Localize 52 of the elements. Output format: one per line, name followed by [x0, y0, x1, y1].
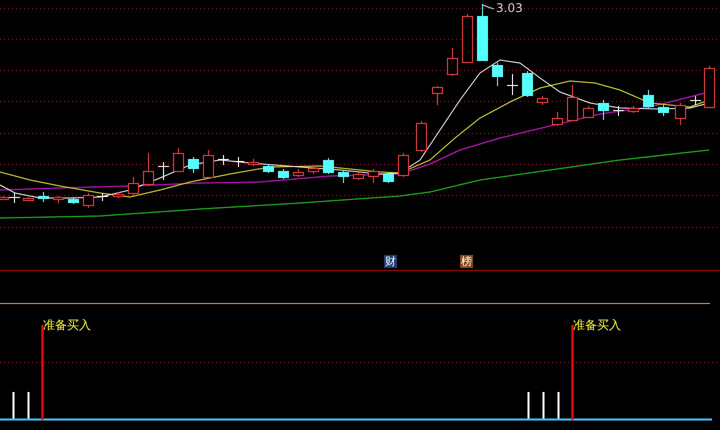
high-price-label: 3.03 [496, 1, 523, 15]
candlestick [38, 192, 49, 202]
candlestick [83, 192, 94, 208]
candlestick [113, 192, 124, 198]
candlestick [643, 90, 654, 108]
candlestick [308, 164, 319, 174]
candlestick [68, 196, 79, 204]
candlestick [278, 168, 289, 180]
candlestick [368, 168, 379, 184]
candlestick [398, 152, 409, 178]
candlestick [447, 48, 458, 76]
candlestick [23, 196, 34, 202]
candlestick [704, 66, 715, 108]
candlestick [263, 164, 274, 174]
candlestick [232, 156, 244, 168]
candlestick [477, 4, 488, 62]
candlestick [462, 14, 473, 64]
candlestick [416, 120, 427, 152]
leader-line [482, 4, 494, 10]
candlestick [203, 150, 214, 178]
candlestick [53, 196, 64, 204]
candlestick [128, 176, 139, 196]
candlestick [628, 106, 639, 114]
candlestick [218, 154, 230, 166]
candlestick [506, 74, 518, 96]
event-marker: 财 [384, 255, 397, 268]
candlestick [173, 148, 184, 172]
candlestick [338, 170, 349, 184]
candlestick [537, 96, 548, 106]
candlestick [188, 156, 199, 174]
candlestick [612, 106, 624, 116]
candlestick [383, 172, 394, 184]
candlestick [158, 162, 170, 180]
candlestick [353, 172, 364, 180]
candlestick [583, 106, 594, 118]
candlestick [598, 100, 609, 120]
event-marker: 榜 [460, 255, 473, 268]
candlestick [675, 102, 686, 126]
signal-label: 准备买入 [573, 318, 621, 332]
candlestick [432, 86, 443, 106]
candlestick [492, 62, 503, 86]
candlestick [552, 112, 563, 126]
candlestick [567, 84, 578, 122]
candlestick [690, 96, 702, 106]
candlestick [658, 104, 669, 116]
candlestick [96, 192, 108, 202]
candlestick [293, 168, 304, 178]
signal-label: 准备买入 [43, 318, 91, 332]
candlestick [323, 158, 334, 174]
candlestick [522, 70, 533, 98]
candlestick [248, 158, 259, 166]
candlestick [143, 152, 154, 186]
